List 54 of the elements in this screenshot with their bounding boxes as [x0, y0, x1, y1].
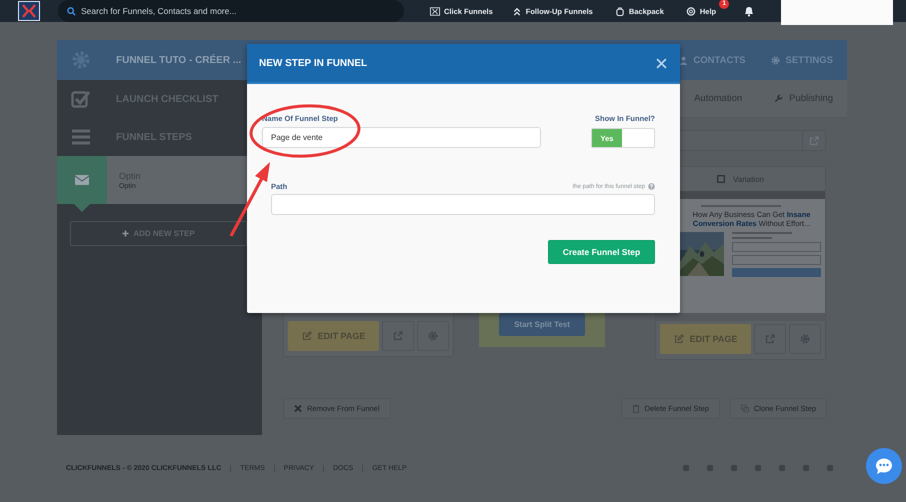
backpack-icon	[614, 6, 625, 16]
copy-icon	[740, 404, 749, 413]
external-link-icon	[393, 331, 403, 341]
search-field[interactable]: Search for Funnels, Contacts and more...	[58, 0, 404, 22]
social-icon[interactable]	[754, 464, 762, 472]
open-link-button[interactable]	[754, 324, 786, 354]
trash-icon	[632, 404, 640, 413]
step-pointer	[74, 204, 90, 212]
envelope-icon	[75, 175, 89, 185]
square-icon	[717, 175, 725, 183]
open-link-button[interactable]	[802, 130, 826, 151]
text-line	[732, 237, 772, 239]
gear-icon	[71, 50, 91, 70]
search-icon	[67, 6, 76, 16]
social-icon[interactable]	[802, 464, 810, 472]
chat-button[interactable]	[866, 448, 902, 484]
chat-bubble-icon	[874, 457, 894, 475]
funnel-title: FUNNEL TUTO - CRÉER ...	[116, 54, 242, 66]
settings-icon	[800, 334, 810, 344]
social-icon[interactable]	[682, 464, 690, 472]
open-link-button[interactable]	[382, 321, 414, 351]
text-line	[732, 232, 792, 234]
chevrons-up-icon	[512, 6, 522, 16]
menu-icon	[71, 127, 91, 147]
create-funnel-step-button[interactable]: Create Funnel Step	[548, 240, 655, 264]
external-link-icon	[809, 136, 819, 146]
step-name-field[interactable]: Page de vente	[262, 127, 541, 148]
social-icon[interactable]	[826, 464, 834, 472]
dialog-title: NEW STEP IN FUNNEL	[259, 58, 368, 68]
settings-icon	[771, 56, 780, 64]
external-link-icon	[765, 334, 775, 344]
wrench-icon	[774, 94, 784, 103]
people-icon	[679, 56, 688, 64]
edit-icon	[674, 334, 684, 344]
funnel-logo-icon	[430, 6, 440, 16]
close-icon	[294, 404, 302, 413]
social-icon[interactable]	[730, 464, 738, 472]
settings-button[interactable]	[789, 324, 821, 354]
plus-icon	[122, 230, 130, 237]
lifebuoy-icon	[686, 6, 696, 16]
settings-button[interactable]	[417, 321, 449, 351]
edit-icon	[302, 331, 312, 341]
settings-icon	[428, 331, 438, 341]
help-icon	[648, 183, 655, 190]
close-icon	[656, 58, 667, 68]
logo-icon[interactable]	[18, 1, 40, 21]
social-icon[interactable]	[778, 464, 786, 472]
social-icon[interactable]	[706, 464, 714, 472]
checkbox-icon	[71, 89, 91, 109]
bell-icon[interactable]	[743, 5, 756, 17]
close-button[interactable]	[656, 58, 667, 68]
path-field[interactable]	[271, 194, 655, 215]
profile-area[interactable]	[781, 0, 894, 25]
start-split-test-button[interactable]: Start Split Test	[499, 313, 585, 336]
